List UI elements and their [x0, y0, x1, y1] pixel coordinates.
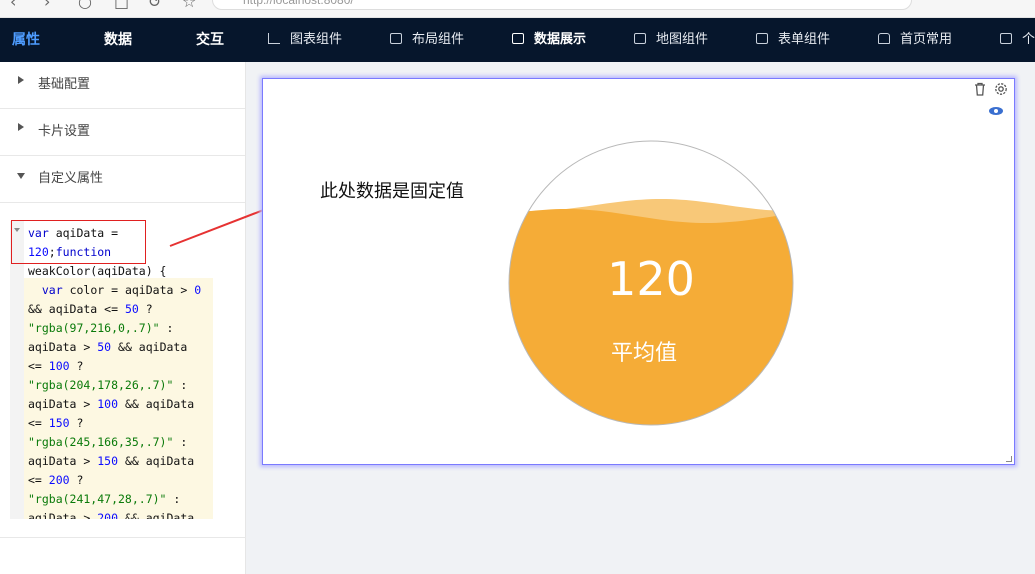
code-line: "rgba(204,178,26,.7)" : [28, 378, 188, 392]
table-icon [512, 33, 524, 44]
menu-data-display[interactable]: 数据展示 [512, 18, 586, 62]
tab-properties[interactable]: 属性 [12, 18, 40, 62]
bookmark-icon[interactable]: ☆ [182, 0, 196, 11]
settings-icon[interactable] [994, 82, 1008, 100]
section-label: 卡片设置 [38, 124, 91, 139]
menu-layout-components[interactable]: 布局组件 [390, 18, 464, 62]
menu-label: 图表组件 [290, 32, 343, 47]
liquid-fill-gauge: 120 平均值 [508, 140, 794, 426]
divider [0, 537, 246, 538]
code-line: aqiData > 200 && aqiData [28, 511, 195, 519]
menu-personal[interactable]: 个 [1000, 18, 1035, 62]
section-label: 自定义属性 [38, 171, 104, 186]
code-line: var color = aqiData > 0 [41, 283, 202, 297]
code-line: aqiData > 100 && aqiData [28, 397, 195, 411]
code-line: <= 150 ? [28, 416, 84, 430]
layout-icon [390, 33, 402, 44]
menu-label: 地图组件 [656, 32, 709, 47]
menu-map-components[interactable]: 地图组件 [634, 18, 708, 62]
code-line: && aqiData <= 50 ? [28, 302, 153, 316]
caret-right-icon [18, 76, 24, 84]
code-line: <= 200 ? [28, 473, 84, 487]
undo-icon[interactable]: ↺ [148, 0, 161, 11]
section-label: 基础配置 [38, 77, 91, 92]
property-panel: 基础配置 卡片设置 自定义属性 var aqiData = 120;functio… [0, 62, 246, 574]
code-line: aqiData > 150 && aqiData [28, 454, 195, 468]
home-browser-icon[interactable]: □ [114, 0, 129, 11]
code-editor[interactable]: var aqiData = 120;function weakColor(aqiDa… [10, 221, 213, 519]
code-line: "rgba(245,166,35,.7)" : [28, 435, 188, 449]
wave-front [509, 209, 793, 425]
menu-label: 个 [1022, 32, 1035, 47]
selected-component-card[interactable]: 此处数据是固定值 120 平均值 [262, 78, 1015, 465]
section-card-settings[interactable]: 卡片设置 [0, 109, 245, 156]
menu-home-common[interactable]: 首页常用 [878, 18, 952, 62]
reload-icon[interactable]: ○ [78, 0, 92, 11]
menu-label: 布局组件 [412, 32, 465, 47]
delete-icon[interactable] [974, 82, 986, 100]
top-navigation-bar: 属性 数据 交互 图表组件 布局组件 数据展示 地图组件 表单组件 首页常用 个 [0, 18, 1035, 62]
bar-chart-icon [268, 33, 280, 44]
menu-label: 表单组件 [778, 32, 831, 47]
tab-interaction[interactable]: 交互 [196, 18, 224, 62]
highlight-box [11, 220, 146, 264]
home-icon [878, 33, 890, 44]
code-line: weakColor(aqiData) { [28, 264, 167, 278]
gauge-label: 平均值 [611, 341, 677, 366]
gauge-value: 120 [607, 252, 695, 306]
code-text[interactable]: var aqiData = 120;function weakColor(aqiDa… [28, 224, 201, 519]
menu-form-components[interactable]: 表单组件 [756, 18, 830, 62]
grid-map-icon [634, 33, 646, 44]
code-line: "rgba(97,216,0,.7)" : [28, 321, 174, 335]
code-gutter [10, 221, 24, 519]
code-line: "rgba(241,47,28,.7)" : [28, 492, 181, 506]
caret-down-icon [17, 173, 25, 179]
browser-toolbar: ‹ › ○ □ ↺ ☆ http://localhost:8080/ [0, 0, 1035, 18]
tab-data[interactable]: 数据 [104, 18, 132, 62]
eye-icon[interactable] [988, 105, 1004, 120]
forward-icon[interactable]: › [44, 0, 50, 11]
back-icon[interactable]: ‹ [10, 0, 16, 11]
menu-label: 首页常用 [900, 32, 953, 47]
edit-icon [756, 33, 768, 44]
resize-handle[interactable] [1006, 456, 1012, 462]
apps-icon [1000, 33, 1012, 44]
menu-chart-components[interactable]: 图表组件 [268, 18, 342, 62]
caret-right-icon [18, 123, 24, 131]
address-bar[interactable]: http://localhost:8080/ [212, 0, 912, 10]
section-basic-config[interactable]: 基础配置 [0, 62, 245, 109]
code-line: <= 100 ? [28, 359, 84, 373]
menu-label: 数据展示 [534, 32, 587, 47]
annotation-text: 此处数据是固定值 [320, 181, 464, 202]
code-line: aqiData > 50 && aqiData [28, 340, 188, 354]
